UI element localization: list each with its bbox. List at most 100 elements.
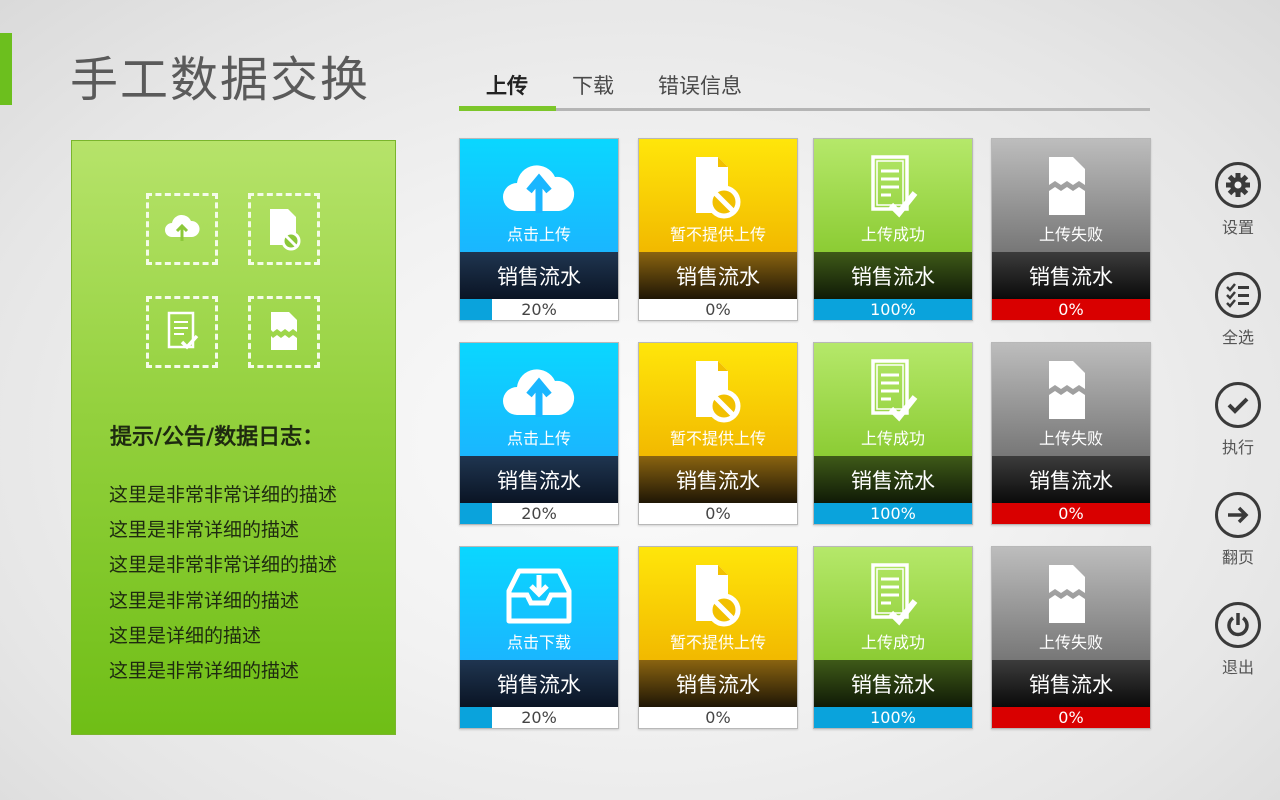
- card-top: 上传失败: [992, 547, 1150, 660]
- progress-percent: 20%: [521, 504, 557, 523]
- settings-button[interactable]: 设置: [1212, 162, 1264, 238]
- cloud-upload-icon: [146, 193, 218, 265]
- file-blocked-icon: [248, 193, 320, 265]
- panel-heading: 提示/公告/数据日志：: [110, 425, 325, 450]
- card-top: 暂不提供上传: [639, 139, 797, 252]
- data-card[interactable]: 点击下载销售流水 20%: [459, 546, 619, 729]
- progress-percent: 0%: [705, 300, 731, 319]
- settings-label: 设置: [1221, 218, 1254, 237]
- data-card[interactable]: 点击上传销售流水 20%: [459, 138, 619, 321]
- data-card[interactable]: 暂不提供上传销售流水 0%: [638, 546, 798, 729]
- exit-label: 退出: [1221, 658, 1254, 677]
- log-line: 这里是详细的描述: [109, 624, 262, 647]
- card-top: 点击上传: [460, 139, 618, 252]
- card-title: 销售流水: [992, 252, 1150, 299]
- next-page-button[interactable]: 翻页: [1212, 492, 1264, 568]
- log-line: 这里是非常非常详细的描述: [109, 484, 338, 506]
- info-panel: 提示/公告/数据日志： 这里是非常非常详细的描述 这里是非常详细的描述 这里是非…: [71, 140, 396, 735]
- select-all-label: 全选: [1221, 328, 1254, 347]
- card-status: 点击上传: [506, 429, 571, 448]
- progress-bar: 0%: [992, 503, 1150, 524]
- card-status: 上传失败: [1038, 429, 1103, 448]
- card-status: 上传失败: [1038, 633, 1103, 652]
- card-title: 销售流水: [992, 456, 1150, 503]
- card-status: 点击上传: [506, 225, 571, 244]
- data-card[interactable]: 暂不提供上传销售流水 0%: [638, 342, 798, 525]
- card-top: 暂不提供上传: [639, 343, 797, 456]
- tab-bar: 上传 下载 错误信息: [459, 66, 1150, 111]
- progress-bar: 100%: [814, 707, 972, 728]
- progress-bar: 20%: [460, 503, 618, 524]
- card-title: 销售流水: [460, 660, 618, 707]
- progress-bar: 0%: [639, 503, 797, 524]
- gear-icon: [1215, 162, 1261, 208]
- execute-button[interactable]: 执行: [1212, 382, 1264, 458]
- card-top: 上传成功: [814, 139, 972, 252]
- log-line: 这里是非常详细的描述: [109, 589, 300, 612]
- card-title: 销售流水: [460, 456, 618, 503]
- card-status: 上传成功: [860, 633, 925, 652]
- card-top: 点击下载: [460, 547, 618, 660]
- data-card[interactable]: 上传成功 销售流水 100%: [813, 546, 973, 729]
- card-top: 暂不提供上传: [639, 547, 797, 660]
- log-line: 这里是非常详细的描述: [109, 660, 300, 683]
- document-check-icon: [146, 296, 218, 368]
- card-top: 上传成功: [814, 343, 972, 456]
- log-line: 这里是非常详细的描述: [109, 519, 300, 542]
- data-card[interactable]: 上传成功 销售流水 100%: [813, 342, 973, 525]
- progress-bar: 0%: [639, 707, 797, 728]
- card-status: 暂不提供上传: [669, 429, 766, 448]
- progress-percent: 0%: [1058, 300, 1084, 319]
- card-status: 暂不提供上传: [669, 633, 766, 652]
- next-page-label: 翻页: [1221, 548, 1254, 567]
- power-icon: [1215, 602, 1261, 648]
- card-title: 销售流水: [639, 456, 797, 503]
- progress-percent: 0%: [1058, 708, 1084, 727]
- exit-button[interactable]: 退出: [1212, 602, 1264, 678]
- progress-percent: 20%: [521, 708, 557, 727]
- data-card[interactable]: 上传成功销售流水 100%: [813, 138, 973, 321]
- select-all-icon: [1215, 272, 1261, 318]
- select-all-button[interactable]: 全选: [1212, 272, 1264, 348]
- card-title: 销售流水: [639, 660, 797, 707]
- card-top: 上传成功: [814, 547, 972, 660]
- progress-percent: 100%: [870, 300, 916, 319]
- progress-bar: 0%: [992, 299, 1150, 320]
- tab-error-info[interactable]: 错误信息: [658, 70, 742, 100]
- progress-percent: 20%: [521, 300, 557, 319]
- progress-percent: 0%: [705, 504, 731, 523]
- progress-bar: 20%: [460, 299, 618, 320]
- card-top: 上传失败: [992, 343, 1150, 456]
- card-top: 上传失败: [992, 139, 1150, 252]
- data-card[interactable]: 上传失败销售流水 0%: [991, 546, 1151, 729]
- tab-upload[interactable]: 上传: [486, 70, 528, 100]
- progress-bar: 0%: [992, 707, 1150, 728]
- progress-percent: 0%: [705, 708, 731, 727]
- card-title: 销售流水: [814, 252, 972, 299]
- card-status: 点击下载: [506, 633, 571, 652]
- card-title: 销售流水: [639, 252, 797, 299]
- check-icon: [1215, 382, 1261, 428]
- data-card[interactable]: 点击上传销售流水 20%: [459, 342, 619, 525]
- progress-bar: 100%: [814, 503, 972, 524]
- progress-percent: 0%: [1058, 504, 1084, 523]
- progress-bar: 20%: [460, 707, 618, 728]
- data-card[interactable]: 暂不提供上传销售流水 0%: [638, 138, 798, 321]
- progress-bar: 0%: [639, 299, 797, 320]
- tab-download[interactable]: 下载: [572, 70, 614, 100]
- progress-percent: 100%: [870, 504, 916, 523]
- card-top: 点击上传: [460, 343, 618, 456]
- execute-label: 执行: [1221, 438, 1254, 457]
- card-status: 暂不提供上传: [669, 225, 766, 244]
- progress-percent: 100%: [870, 708, 916, 727]
- arrow-right-icon: [1215, 492, 1261, 538]
- file-broken-icon: [248, 296, 320, 368]
- card-status: 上传成功: [860, 225, 925, 244]
- log-line: 这里是非常非常详细的描述: [109, 554, 338, 577]
- data-card[interactable]: 上传失败销售流水 0%: [991, 342, 1151, 525]
- card-title: 销售流水: [460, 252, 618, 299]
- accent-bar: [0, 33, 12, 105]
- card-title: 销售流水: [992, 660, 1150, 707]
- page-title: 手工数据交换: [70, 52, 371, 108]
- data-card[interactable]: 上传失败 销售流水 0%: [991, 138, 1151, 321]
